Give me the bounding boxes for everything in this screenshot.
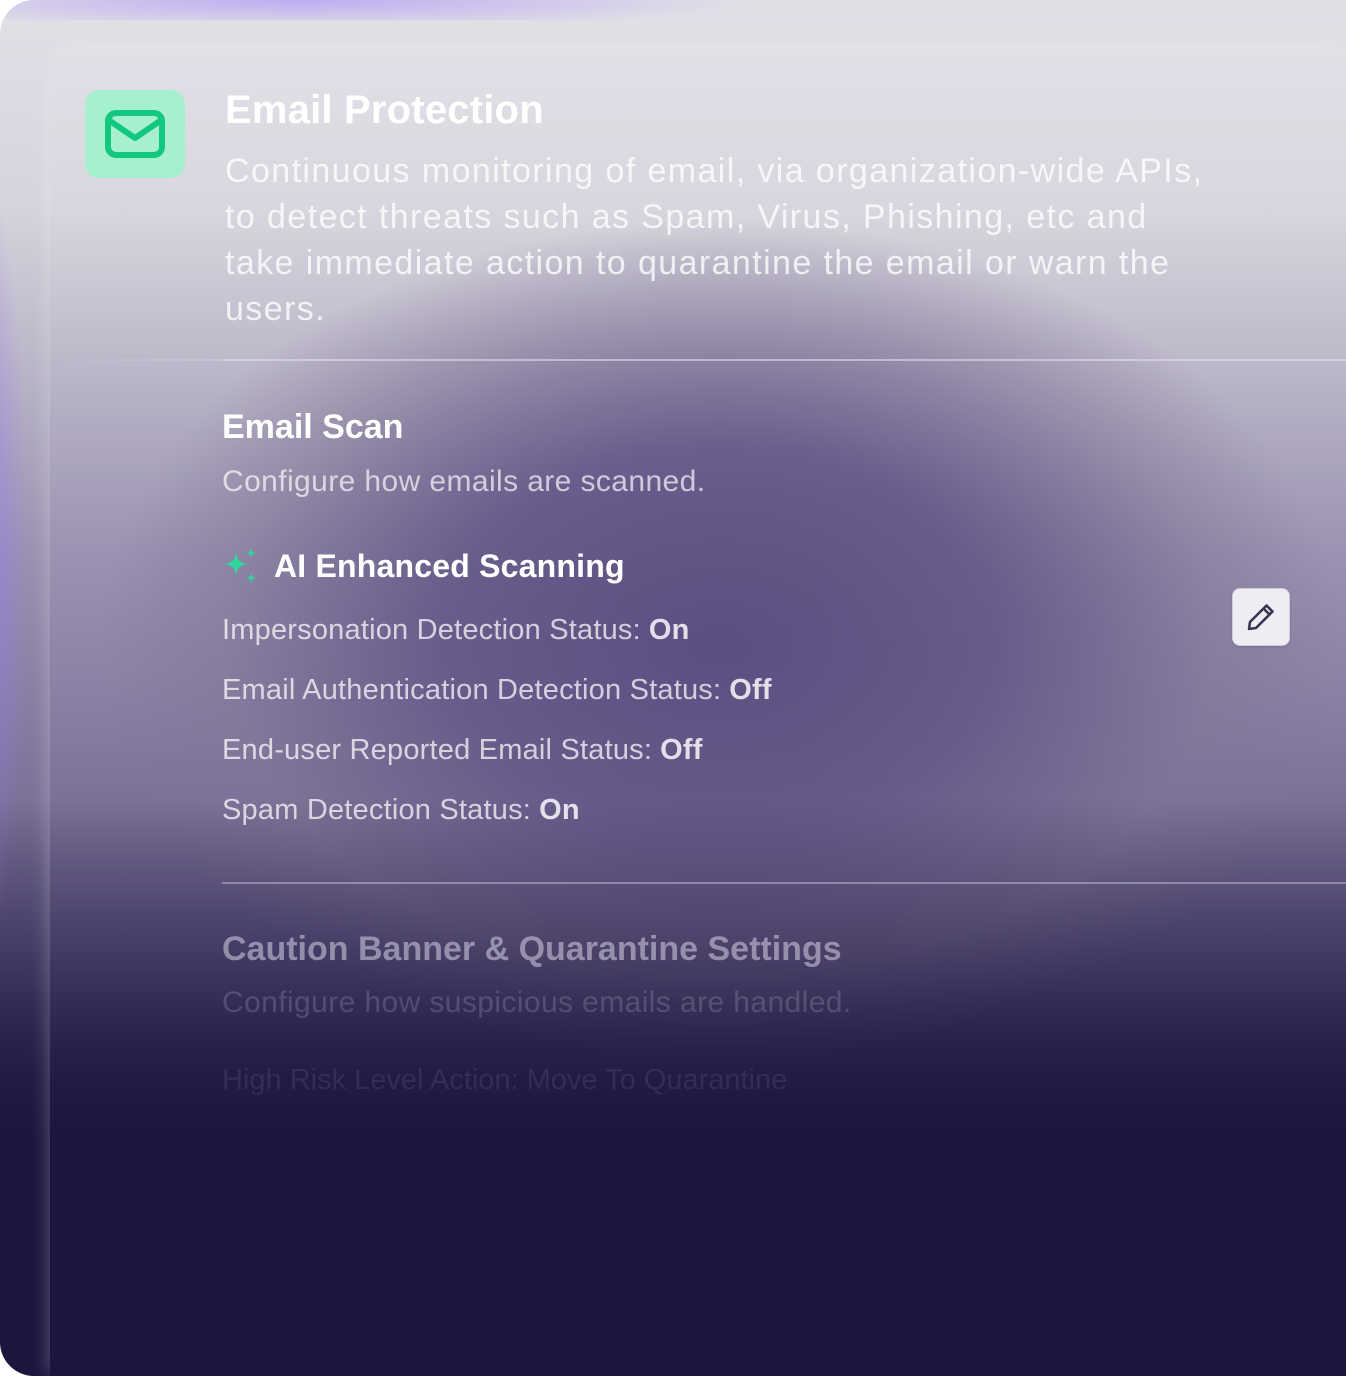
page-description: Continuous monitoring of email, via orga…	[225, 152, 1204, 328]
header-divider-fade	[50, 359, 222, 361]
ai-enhanced-scanning-row: AI Enhanced Scanning	[220, 546, 625, 586]
status-email-authentication: Email Authentication Detection Status: Of…	[222, 674, 772, 707]
high-risk-action-row: High Risk Level Action: Move To Quaranti…	[222, 1064, 788, 1096]
status-value: Off	[660, 734, 703, 766]
status-spam-detection: Spam Detection Status: On	[222, 794, 580, 827]
mail-icon	[105, 110, 165, 158]
email-scan-subtitle: Configure how emails are scanned.	[222, 465, 706, 498]
app-frame: Email Protection Continuous monitoring o…	[0, 0, 1346, 1376]
status-value: Off	[729, 674, 772, 706]
status-label: Impersonation Detection Status:	[222, 614, 641, 646]
caution-banner-subtitle: Configure how suspicious emails are hand…	[222, 986, 852, 1019]
pencil-icon	[1247, 604, 1274, 631]
page-title: Email Protection	[225, 88, 544, 132]
status-end-user-reported: End-user Reported Email Status: Off	[222, 734, 703, 767]
status-value: On	[648, 614, 690, 646]
section-divider	[222, 882, 1346, 884]
mail-icon-tile	[85, 90, 185, 178]
sparkles-icon	[224, 548, 256, 583]
status-label: End-user Reported Email Status:	[222, 734, 653, 766]
status-value: On	[539, 794, 580, 826]
section-divider	[222, 359, 1346, 361]
status-label: Email Authentication Detection Status:	[222, 674, 722, 706]
status-label: Spam Detection Status:	[222, 794, 532, 826]
edit-email-scan-button[interactable]	[1232, 588, 1290, 646]
email-scan-title: Email Scan	[222, 408, 404, 446]
ai-enhanced-scanning-label: AI Enhanced Scanning	[274, 547, 625, 584]
status-impersonation: Impersonation Detection Status: On	[222, 614, 690, 647]
caution-banner-title: Caution Banner & Quarantine Settings	[222, 930, 842, 968]
